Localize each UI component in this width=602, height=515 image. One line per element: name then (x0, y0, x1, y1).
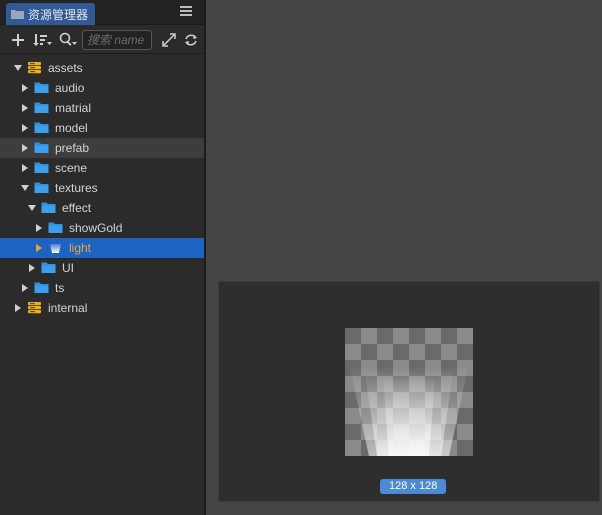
tree-item-light[interactable]: light (0, 238, 204, 258)
chevron-right-icon[interactable] (22, 124, 28, 132)
chevron-right-icon[interactable] (22, 104, 28, 112)
tree-item-textures[interactable]: textures (0, 178, 204, 198)
tree-item-effect[interactable]: effect (0, 198, 204, 218)
asset-preview: 128 x 128 (218, 281, 600, 502)
chevron-down-icon[interactable] (28, 205, 36, 211)
tree-item-label: effect (62, 201, 92, 215)
tree-item-label: textures (55, 181, 98, 195)
tree-item-label: matrial (55, 101, 92, 115)
chevron-down-icon[interactable] (14, 65, 22, 71)
folder-icon (41, 262, 56, 273)
tree-item-label: showGold (69, 221, 123, 235)
panel-titlebar: 资源管理器 (0, 0, 204, 25)
chevron-right-icon[interactable] (22, 164, 28, 172)
tree-item-label: model (55, 121, 88, 135)
chevron-right-icon[interactable] (36, 244, 42, 252)
tree-item-ts[interactable]: ts (0, 278, 204, 298)
scene-area (206, 0, 602, 280)
tree-item-label: prefab (55, 141, 90, 155)
image-size-badge: 128 x 128 (380, 479, 447, 494)
database-icon (28, 62, 41, 74)
folder-icon (48, 222, 63, 233)
folder-icon (34, 82, 49, 93)
image-icon (50, 244, 61, 253)
tree-item-label: internal (48, 301, 88, 315)
tree-item-ui[interactable]: UI (0, 258, 204, 278)
chevron-right-icon[interactable] (22, 84, 28, 92)
search-input[interactable] (82, 30, 152, 50)
tree-item-audio[interactable]: audio (0, 78, 204, 98)
tree-item-label: light (69, 241, 92, 255)
panel-tab[interactable]: 资源管理器 (6, 3, 95, 25)
tree-item-scene[interactable]: scene (0, 158, 204, 178)
tree-item-label: audio (55, 81, 85, 95)
chevron-right-icon[interactable] (15, 304, 21, 312)
folder-icon (34, 142, 49, 153)
folder-icon (34, 102, 49, 113)
asset-panel: 资源管理器 assetsaudiomatrialmodelpr (0, 0, 206, 515)
folder-icon (41, 202, 56, 213)
light-texture-image (350, 368, 468, 456)
chevron-down-icon[interactable] (21, 185, 29, 191)
tree-item-label: UI (62, 261, 74, 275)
chevron-right-icon[interactable] (22, 144, 28, 152)
tree-item-label: scene (55, 161, 88, 175)
search-filter-icon[interactable] (58, 30, 78, 50)
tree-item-label: assets (48, 61, 83, 75)
folder-icon (34, 162, 49, 173)
refresh-icon[interactable] (184, 30, 198, 50)
folder-icon (34, 182, 49, 193)
tree-item-matrial[interactable]: matrial (0, 98, 204, 118)
tree-item-assets[interactable]: assets (0, 58, 204, 78)
folder-icon (11, 10, 24, 19)
menu-icon[interactable] (180, 6, 192, 18)
tree-item-internal[interactable]: internal (0, 298, 204, 318)
sort-icon[interactable] (33, 30, 53, 50)
tree-item-label: ts (55, 281, 65, 295)
panel-title: 资源管理器 (28, 7, 89, 22)
asset-tree: assets audio matrial model prefab scene textur… (0, 58, 204, 318)
database-icon (28, 302, 41, 314)
chevron-right-icon[interactable] (22, 284, 28, 292)
tree-item-model[interactable]: model (0, 118, 204, 138)
folder-icon (34, 122, 49, 133)
chevron-right-icon[interactable] (29, 264, 35, 272)
tree-item-showgold[interactable]: showGold (0, 218, 204, 238)
add-icon[interactable] (11, 30, 25, 50)
texture-preview (345, 328, 473, 456)
chevron-right-icon[interactable] (36, 224, 42, 232)
panel-toolbar (0, 26, 204, 54)
folder-icon (34, 282, 49, 293)
tree-item-prefab[interactable]: prefab (0, 138, 204, 158)
expand-icon[interactable] (162, 30, 176, 50)
